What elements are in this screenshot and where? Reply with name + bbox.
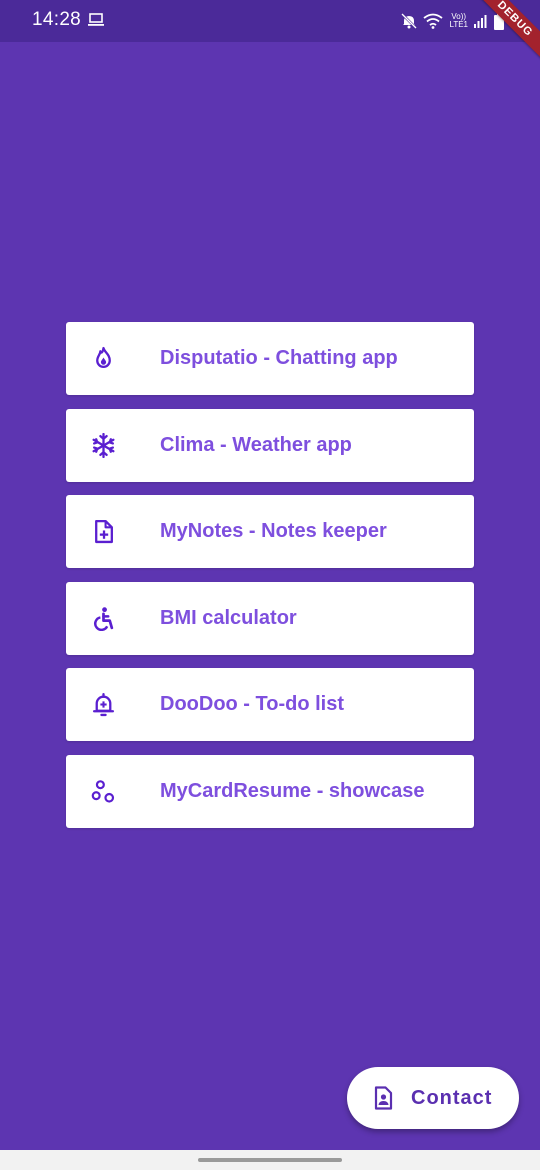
menu-item-mynotes[interactable]: MyNotes - Notes keeper — [66, 495, 474, 569]
contact-button-label: Contact — [411, 1087, 493, 1109]
menu-item-disputatio[interactable]: Disputatio - Chatting app — [66, 322, 474, 395]
menu-item-label: BMI calculator — [160, 606, 297, 629]
home-gesture-handle[interactable] — [198, 1158, 342, 1162]
snowflake-icon — [92, 432, 115, 458]
volte-indicator: Vo)) LTE1 — [449, 13, 468, 29]
status-time: 14:28 — [32, 9, 82, 30]
menu-item-bmi[interactable]: BMI calculator — [66, 581, 474, 655]
menu-item-label: DooDoo - To-do list — [160, 693, 345, 716]
mute-icon — [401, 13, 418, 29]
note-add-icon — [95, 520, 113, 544]
accessibility-icon — [94, 607, 114, 631]
contact-page-icon — [374, 1086, 393, 1110]
status-icons: Vo)) LTE1 — [401, 10, 504, 32]
contact-button[interactable]: Contact — [347, 1067, 519, 1129]
wifi-icon — [423, 13, 444, 29]
navigation-bar — [0, 1150, 540, 1170]
notification-add-icon — [92, 693, 115, 717]
bubbles-icon — [91, 780, 115, 803]
volte-line2: LTE1 — [449, 20, 468, 29]
fire-icon — [96, 346, 111, 368]
status-bar: 14:28 Vo)) LTE1 — [0, 0, 540, 42]
laptop-icon — [88, 13, 104, 26]
menu-item-label: Clima - Weather app — [160, 433, 352, 456]
menu-item-doodoo[interactable]: DooDoo - To-do list — [66, 668, 474, 742]
menu-item-label: Disputatio - Chatting app — [160, 347, 398, 369]
menu-item-clima[interactable]: Clima - Weather app — [66, 408, 474, 482]
app-menu: Disputatio - Chatting app Clima - Weathe… — [66, 322, 474, 842]
menu-item-label: MyNotes - Notes keeper — [160, 520, 387, 543]
menu-item-label: MyCardResume - showcase — [160, 779, 425, 802]
signal-icon — [474, 15, 487, 28]
menu-item-mycardresume[interactable]: MyCardResume - showcase — [66, 754, 474, 828]
